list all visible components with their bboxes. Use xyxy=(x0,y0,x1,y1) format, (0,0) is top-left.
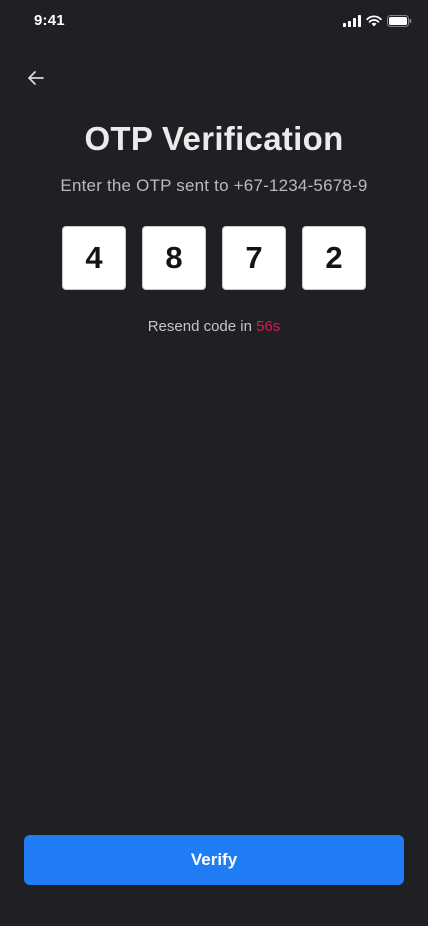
otp-input-group: 4 8 7 2 xyxy=(62,226,366,290)
back-button[interactable] xyxy=(24,68,48,92)
resend-timer: 56s xyxy=(256,318,281,335)
signal-icon xyxy=(343,14,361,32)
status-time: 9:41 xyxy=(34,12,65,29)
otp-digit-4[interactable]: 2 xyxy=(302,226,366,290)
battery-icon xyxy=(387,14,412,32)
page-title: OTP Verification xyxy=(84,120,344,157)
arrow-left-icon xyxy=(26,68,46,93)
otp-digit-2[interactable]: 8 xyxy=(142,226,206,290)
wifi-icon xyxy=(366,14,382,32)
status-bar: 9:41 xyxy=(0,0,428,44)
status-icons xyxy=(343,14,412,32)
resend-code-text: Resend code in 56s xyxy=(0,318,428,335)
resend-label: Resend code in xyxy=(147,318,257,335)
otp-digit-3[interactable]: 7 xyxy=(222,226,286,290)
verify-button[interactable]: Verify xyxy=(24,835,404,885)
otp-digit-1[interactable]: 4 xyxy=(62,226,126,290)
otp-instruction: Enter the OTP sent to +67-1234-5678-9 xyxy=(60,176,368,195)
